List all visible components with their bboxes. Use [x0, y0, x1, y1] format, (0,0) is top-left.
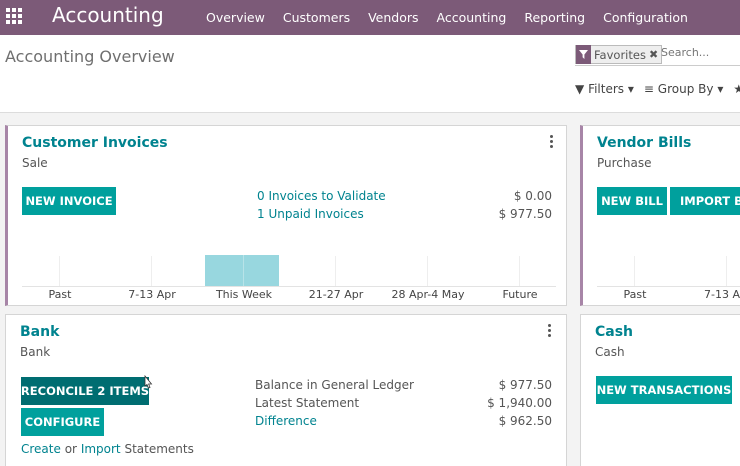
menu-accounting[interactable]: Accounting	[437, 10, 507, 25]
card-title[interactable]: Customer Invoices	[22, 135, 168, 151]
mouse-cursor-icon	[144, 375, 153, 389]
latest-statement-label: Latest Statement	[255, 396, 360, 410]
grid-line	[634, 256, 635, 286]
import-bill-button[interactable]: IMPORT BI	[670, 187, 740, 215]
filters-dropdown[interactable]: ▼ Filters ▾	[575, 82, 634, 96]
card-subtitle: Cash	[595, 345, 625, 359]
grid-line	[519, 256, 520, 286]
close-icon[interactable]: ✖	[649, 48, 661, 61]
graph-label: 7-13 Apr	[128, 288, 176, 301]
balance-label: Balance in General Ledger	[255, 378, 414, 392]
create-link[interactable]: Create	[21, 442, 61, 456]
list-icon: ≡	[643, 82, 654, 96]
menu-overview[interactable]: Overview	[206, 10, 265, 25]
main-menu: Overview Customers Vendors Accounting Re…	[206, 0, 706, 35]
graph-bar-this-week[interactable]	[205, 255, 279, 286]
vendor-bills-card: Vendor Bills Purchase NEW BILL IMPORT BI…	[580, 125, 740, 306]
search-bar: Favorites ✖	[575, 44, 740, 66]
unpaid-invoices-link[interactable]: 1 Unpaid Invoices	[257, 207, 364, 221]
difference-link[interactable]: Difference	[255, 414, 317, 428]
menu-configuration[interactable]: Configuration	[603, 10, 688, 25]
card-title[interactable]: Bank	[20, 324, 59, 340]
groupby-label: Group By	[657, 82, 714, 96]
kebab-menu-icon[interactable]	[548, 324, 552, 338]
graph-label: 21-27 Apr	[308, 288, 364, 301]
menu-reporting[interactable]: Reporting	[524, 10, 585, 25]
graph-label: 7-13 Apr	[704, 288, 740, 301]
menu-customers[interactable]: Customers	[283, 10, 350, 25]
facet-label: Favorites	[594, 47, 646, 62]
filter-icon: ▼	[575, 82, 585, 96]
new-invoice-button[interactable]: NEW INVOICE	[22, 187, 116, 215]
app-brand[interactable]: Accounting	[52, 3, 164, 27]
kebab-menu-icon[interactable]	[550, 135, 554, 149]
card-subtitle: Bank	[20, 345, 51, 359]
invoices-to-validate-link[interactable]: 0 Invoices to Validate	[257, 189, 386, 203]
balance-amount: $ 977.50	[498, 378, 552, 392]
import-link[interactable]: Import	[81, 442, 121, 456]
grid-line	[427, 256, 428, 286]
groupby-dropdown[interactable]: ≡ Group By ▾	[644, 82, 723, 96]
grid-line	[243, 255, 244, 286]
caret-down-icon: ▾	[717, 82, 724, 96]
apps-grid-icon[interactable]	[6, 8, 22, 24]
control-panel: Accounting Overview Favorites ✖ ▼ Filter…	[0, 35, 740, 113]
graph-label: This Week	[215, 288, 273, 301]
search-input[interactable]	[661, 46, 740, 59]
or-text: or	[64, 442, 77, 456]
graph-label: Past	[623, 288, 647, 301]
card-title[interactable]: Cash	[595, 324, 633, 340]
unpaid-amount: $ 977.50	[498, 207, 552, 221]
card-subtitle: Sale	[22, 156, 48, 170]
new-transactions-button[interactable]: NEW TRANSACTIONS	[596, 376, 732, 404]
page-title: Accounting Overview	[5, 47, 175, 66]
favorites-star-icon[interactable]: ★	[733, 82, 740, 96]
filters-label: Filters	[588, 82, 625, 96]
search-facet[interactable]: Favorites ✖	[575, 45, 663, 64]
top-navbar: Accounting Overview Customers Vendors Ac…	[0, 0, 740, 35]
grid-line	[151, 256, 152, 286]
customer-invoices-card: Customer Invoices Sale NEW INVOICE 0 Inv…	[5, 125, 567, 306]
filter-icon	[576, 45, 591, 64]
card-subtitle: Purchase	[597, 156, 652, 170]
cash-card: Cash Cash NEW TRANSACTIONS	[580, 314, 740, 466]
caret-down-icon: ▾	[627, 82, 634, 96]
configure-button[interactable]: CONFIGURE	[21, 408, 104, 436]
grid-line	[59, 256, 60, 286]
graph-label: Past	[48, 288, 72, 301]
latest-statement-amount: $ 1,940.00	[487, 396, 552, 410]
validate-amount: $ 0.00	[513, 189, 552, 203]
graph-label: 28 Apr-4 May	[391, 288, 465, 301]
difference-amount: $ 962.50	[498, 414, 552, 428]
grid-line	[335, 256, 336, 286]
grid-line	[726, 256, 727, 286]
card-title[interactable]: Vendor Bills	[597, 135, 691, 151]
statements-footer: Create or Import Statements	[21, 442, 194, 456]
graph-label: Future	[502, 288, 538, 301]
new-bill-button[interactable]: NEW BILL	[597, 187, 667, 215]
graph-axis	[22, 286, 556, 287]
reconcile-button[interactable]: RECONCILE 2 ITEMS	[21, 377, 149, 405]
filter-toolbar: ▼ Filters ▾ ≡ Group By ▾ ★	[575, 82, 740, 96]
graph-axis	[597, 286, 740, 287]
menu-vendors[interactable]: Vendors	[368, 10, 418, 25]
bank-card: Bank Bank RECONCILE 2 ITEMS CONFIGURE Ba…	[5, 314, 567, 466]
statements-text: Statements	[124, 442, 194, 456]
